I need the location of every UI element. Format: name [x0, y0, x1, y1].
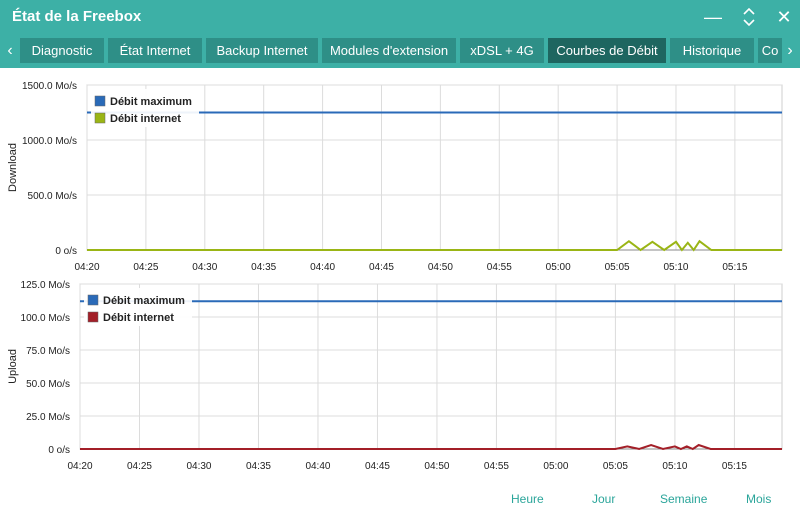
tab-courbes-de-debit[interactable]: Courbes de Débit [548, 38, 666, 63]
tab-diagnostic[interactable]: Diagnostic [20, 38, 104, 63]
tab-scroll-right-icon[interactable]: › [782, 38, 798, 63]
upload-chart: 125.0 Mo/s 100.0 Mo/s 75.0 Mo/s 50.0 Mo/s 25… [7, 280, 783, 472]
y-tick-label: 25.0 Mo/s [26, 412, 70, 423]
y-tick-label: 125.0 Mo/s [21, 280, 70, 291]
x-tick-label: 05:05 [603, 461, 628, 472]
y-tick-label: 1000.0 Mo/s [22, 136, 77, 147]
x-tick-label: 05:00 [546, 262, 571, 273]
x-tick-label: 05:10 [662, 461, 687, 472]
y-axis-label: Download [7, 143, 19, 192]
x-tick-label: 04:55 [484, 461, 509, 472]
legend-entry: Débit maximum [110, 96, 192, 108]
x-tick-label: 04:40 [310, 262, 335, 273]
y-tick-label: 50.0 Mo/s [26, 379, 70, 390]
close-icon[interactable]: ✕ [771, 4, 797, 30]
y-tick-label: 75.0 Mo/s [26, 346, 70, 357]
title-bar: État de la Freebox — ✕ [0, 0, 800, 34]
period-mois-link[interactable]: Mois [746, 492, 771, 506]
x-tick-label: 05:15 [722, 461, 747, 472]
tab-backup-internet[interactable]: Backup Internet [206, 38, 318, 63]
download-chart: 1500.0 Mo/s 1000.0 Mo/s 500.0 Mo/s 0 o/s 04:… [7, 81, 783, 273]
x-tick-label: 04:35 [251, 262, 276, 273]
collapse-expand-icon[interactable] [736, 4, 762, 30]
tab-partial[interactable]: Co [758, 38, 782, 63]
x-tick-label: 04:50 [428, 262, 453, 273]
period-semaine-link[interactable]: Semaine [660, 492, 707, 506]
y-axis-label: Upload [7, 349, 19, 384]
period-heure-link[interactable]: Heure [511, 492, 544, 506]
legend-swatch [94, 112, 106, 124]
tab-scroll-left-icon[interactable]: ‹ [2, 38, 18, 63]
y-tick-label: 500.0 Mo/s [28, 191, 77, 202]
tab-xdsl-4g[interactable]: xDSL + 4G [460, 38, 544, 63]
legend-swatch [87, 294, 99, 306]
x-tick-label: 05:00 [543, 461, 568, 472]
x-tick-label: 04:25 [127, 461, 152, 472]
y-tick-label: 100.0 Mo/s [21, 313, 70, 324]
x-tick-label: 04:45 [365, 461, 390, 472]
minimize-icon[interactable]: — [700, 4, 726, 30]
x-tick-label: 04:55 [487, 262, 512, 273]
window-title: État de la Freebox [12, 8, 142, 25]
tab-modules-extension[interactable]: Modules d'extension [322, 38, 456, 63]
period-jour-link[interactable]: Jour [592, 492, 615, 506]
tab-historique[interactable]: Historique [670, 38, 754, 63]
y-tick-label: 1500.0 Mo/s [22, 81, 77, 92]
legend-swatch [94, 95, 106, 107]
legend-entry: Débit internet [103, 312, 174, 324]
x-tick-label: 05:05 [605, 262, 630, 273]
legend-entry: Débit maximum [103, 295, 185, 307]
x-tick-label: 04:30 [192, 262, 217, 273]
x-tick-label: 04:40 [305, 461, 330, 472]
x-tick-label: 04:25 [133, 262, 158, 273]
x-tick-label: 04:30 [186, 461, 211, 472]
y-tick-label: 0 o/s [48, 445, 70, 456]
x-tick-label: 04:45 [369, 262, 394, 273]
tab-etat-internet[interactable]: État Internet [108, 38, 202, 63]
x-tick-label: 04:35 [246, 461, 271, 472]
x-tick-label: 05:15 [722, 262, 747, 273]
tab-bar: ‹ Diagnostic État Internet Backup Intern… [0, 34, 800, 68]
legend-entry: Débit internet [110, 113, 181, 125]
x-tick-label: 04:50 [424, 461, 449, 472]
x-tick-label: 04:20 [67, 461, 92, 472]
x-tick-label: 04:20 [74, 262, 99, 273]
y-tick-label: 0 o/s [55, 246, 77, 257]
x-tick-label: 05:10 [663, 262, 688, 273]
legend-swatch [87, 311, 99, 323]
